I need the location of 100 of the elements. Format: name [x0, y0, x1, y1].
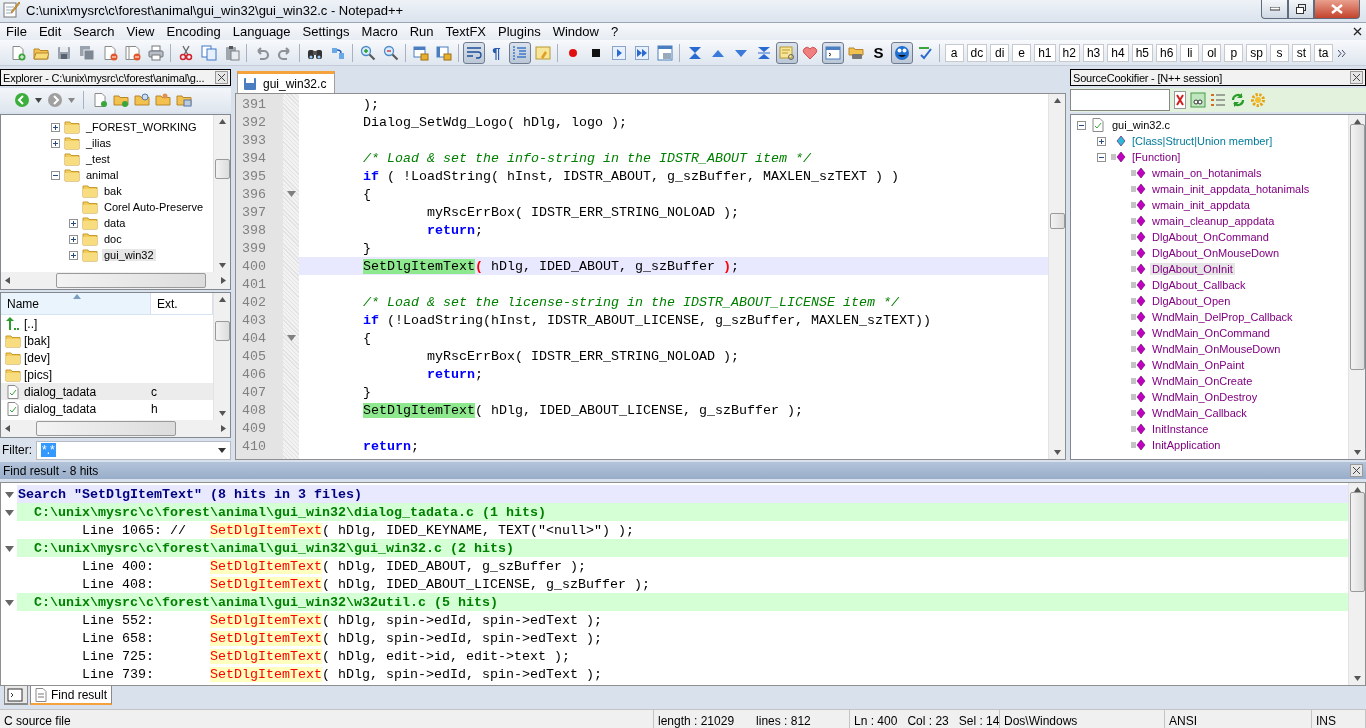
collapse-icon[interactable] [51, 170, 60, 180]
folder-name[interactable]: data [102, 217, 128, 229]
tag-button[interactable]: dc [966, 43, 988, 62]
scrollbar-thumb[interactable] [1349, 492, 1365, 592]
expand-icon[interactable] [51, 122, 60, 132]
folder-name[interactable]: Corel Auto-Preserve [102, 201, 206, 213]
collapse-icon[interactable] [1077, 120, 1086, 130]
scroll-right-arrow-icon[interactable] [221, 277, 226, 284]
tag-button[interactable]: st [1292, 43, 1312, 62]
file-row[interactable]: [bak] [1, 332, 213, 349]
column-header[interactable]: Ext. [151, 293, 213, 315]
scroll-down-arrow-icon[interactable] [1053, 450, 1061, 455]
file-row[interactable]: [pics] [1, 366, 213, 383]
toolbar-button[interactable] [890, 41, 913, 64]
tag-button[interactable]: p [1224, 43, 1244, 62]
scroll-left-arrow-icon[interactable] [5, 425, 10, 432]
symbol-name[interactable]: WndMain_DelProp_Callback [1150, 311, 1295, 323]
menu-item[interactable]: Run [403, 22, 440, 41]
horizontal-scrollbar[interactable] [1, 420, 230, 437]
scrollbar-thumb[interactable] [214, 320, 230, 341]
file-row[interactable]: dialog_tadata c [1, 383, 213, 400]
menu-item[interactable]: Search [67, 22, 121, 41]
folder-name[interactable]: animal [84, 169, 121, 181]
vertical-scrollbar[interactable] [213, 293, 230, 420]
tag-button[interactable]: h4 [1107, 43, 1129, 62]
find-folder-button[interactable] [134, 92, 150, 108]
scrollbar-thumb[interactable] [1049, 213, 1065, 229]
file-tab[interactable]: gui_win32.c [237, 71, 336, 93]
scrollbar-thumb[interactable] [1349, 124, 1365, 370]
file-row[interactable]: [..] [1, 315, 213, 332]
menu-item[interactable]: Plugins [492, 22, 547, 41]
menu-item[interactable]: Edit [32, 22, 68, 41]
scroll-up-arrow-icon[interactable] [1353, 119, 1361, 124]
more-chevron-icon[interactable] [1337, 49, 1346, 57]
close-icon[interactable] [1350, 71, 1363, 84]
file-row[interactable]: dialog_tadata h [1, 400, 213, 417]
folder-button[interactable] [176, 92, 192, 108]
tag-button[interactable]: h5 [1131, 43, 1153, 62]
result-file-path[interactable]: C:\unix\mysrc\c\forest\animal\gui_win32\w32util.c (5 hits) [17, 593, 1348, 611]
toolbar-button[interactable]: ¶ [485, 41, 508, 64]
scroll-down-arrow-icon[interactable] [218, 263, 226, 268]
menu-item[interactable]: Encoding [160, 22, 227, 41]
symbol-name[interactable]: [Class|Struct|Union member] [1130, 135, 1275, 147]
symbol-name[interactable]: WndMain_OnDestroy [1150, 391, 1260, 403]
scroll-up-arrow-icon[interactable] [218, 297, 226, 302]
symbol-name[interactable]: wmain_on_hotanimals [1150, 167, 1264, 179]
folder-name[interactable]: _test [84, 153, 112, 165]
tag-button[interactable]: h6 [1156, 43, 1178, 62]
expand-icon[interactable] [1097, 136, 1106, 146]
tag-button[interactable]: h3 [1082, 43, 1105, 62]
close-icon[interactable] [1350, 464, 1363, 477]
scrollbar-thumb[interactable] [214, 158, 230, 179]
collapse-arrow-icon[interactable] [4, 489, 14, 499]
collapse-icon[interactable] [1097, 152, 1106, 162]
symbol-name[interactable]: WndMain_OnCreate [1150, 375, 1255, 387]
console-tab[interactable] [4, 686, 28, 705]
close-button[interactable] [1314, 0, 1360, 19]
symbol-name[interactable]: WndMain_Callback [1150, 407, 1249, 419]
symbol-name[interactable]: DlgAbout_OnInit [1150, 263, 1235, 275]
menu-item[interactable]: File [0, 22, 33, 41]
refresh-button[interactable] [1230, 92, 1246, 108]
expand-icon[interactable] [69, 250, 78, 260]
symbol-name[interactable]: wmain_cleanup_appdata [1150, 215, 1277, 227]
expand-icon[interactable] [69, 234, 78, 244]
symbol-name[interactable]: DlgAbout_Callback [1150, 279, 1248, 291]
new-folder-button[interactable] [113, 92, 129, 108]
symbol-name[interactable]: WndMain_OnCommand [1150, 327, 1272, 339]
column-header[interactable]: Name [1, 293, 151, 315]
scroll-right-arrow-icon[interactable] [221, 425, 226, 432]
scroll-down-arrow-icon[interactable] [1353, 450, 1361, 455]
scroll-left-arrow-icon[interactable] [5, 277, 10, 284]
vertical-scrollbar[interactable] [1348, 483, 1365, 685]
vertical-scrollbar[interactable] [1348, 115, 1365, 459]
tag-button[interactable]: ta [1314, 43, 1334, 62]
folder-name[interactable]: _ilias [84, 137, 114, 149]
tag-button[interactable]: a [944, 43, 964, 62]
symbol-name[interactable]: DlgAbout_OnCommand [1150, 231, 1271, 243]
restore-button[interactable] [1288, 0, 1314, 19]
expand-icon[interactable] [51, 138, 60, 148]
menu-item[interactable]: TextFX [439, 22, 492, 41]
minimize-button[interactable] [1261, 0, 1288, 19]
symbol-name[interactable]: DlgAbout_OnMouseDown [1150, 247, 1282, 259]
vertical-scrollbar[interactable] [213, 115, 230, 272]
horizontal-scrollbar[interactable] [1, 272, 230, 289]
scroll-down-arrow-icon[interactable] [1353, 676, 1361, 681]
scroll-up-arrow-icon[interactable] [1053, 98, 1061, 103]
tag-button[interactable]: li [1180, 43, 1200, 62]
tag-button[interactable]: s [1270, 43, 1290, 62]
close-icon[interactable] [215, 71, 228, 84]
forward-button[interactable] [47, 92, 63, 108]
file-row[interactable]: [dev] [1, 349, 213, 366]
menu-item[interactable]: Language [226, 22, 297, 41]
expand-icon[interactable] [69, 218, 78, 228]
tag-button[interactable]: di [990, 43, 1010, 62]
folder-name[interactable]: bak [102, 185, 124, 197]
user-folder-button[interactable] [155, 92, 171, 108]
tag-button[interactable]: h2 [1058, 43, 1080, 62]
scrollbar-thumb[interactable] [35, 421, 176, 436]
tag-button[interactable]: ol [1202, 43, 1222, 62]
symbol-name[interactable]: InitApplication [1150, 439, 1223, 451]
